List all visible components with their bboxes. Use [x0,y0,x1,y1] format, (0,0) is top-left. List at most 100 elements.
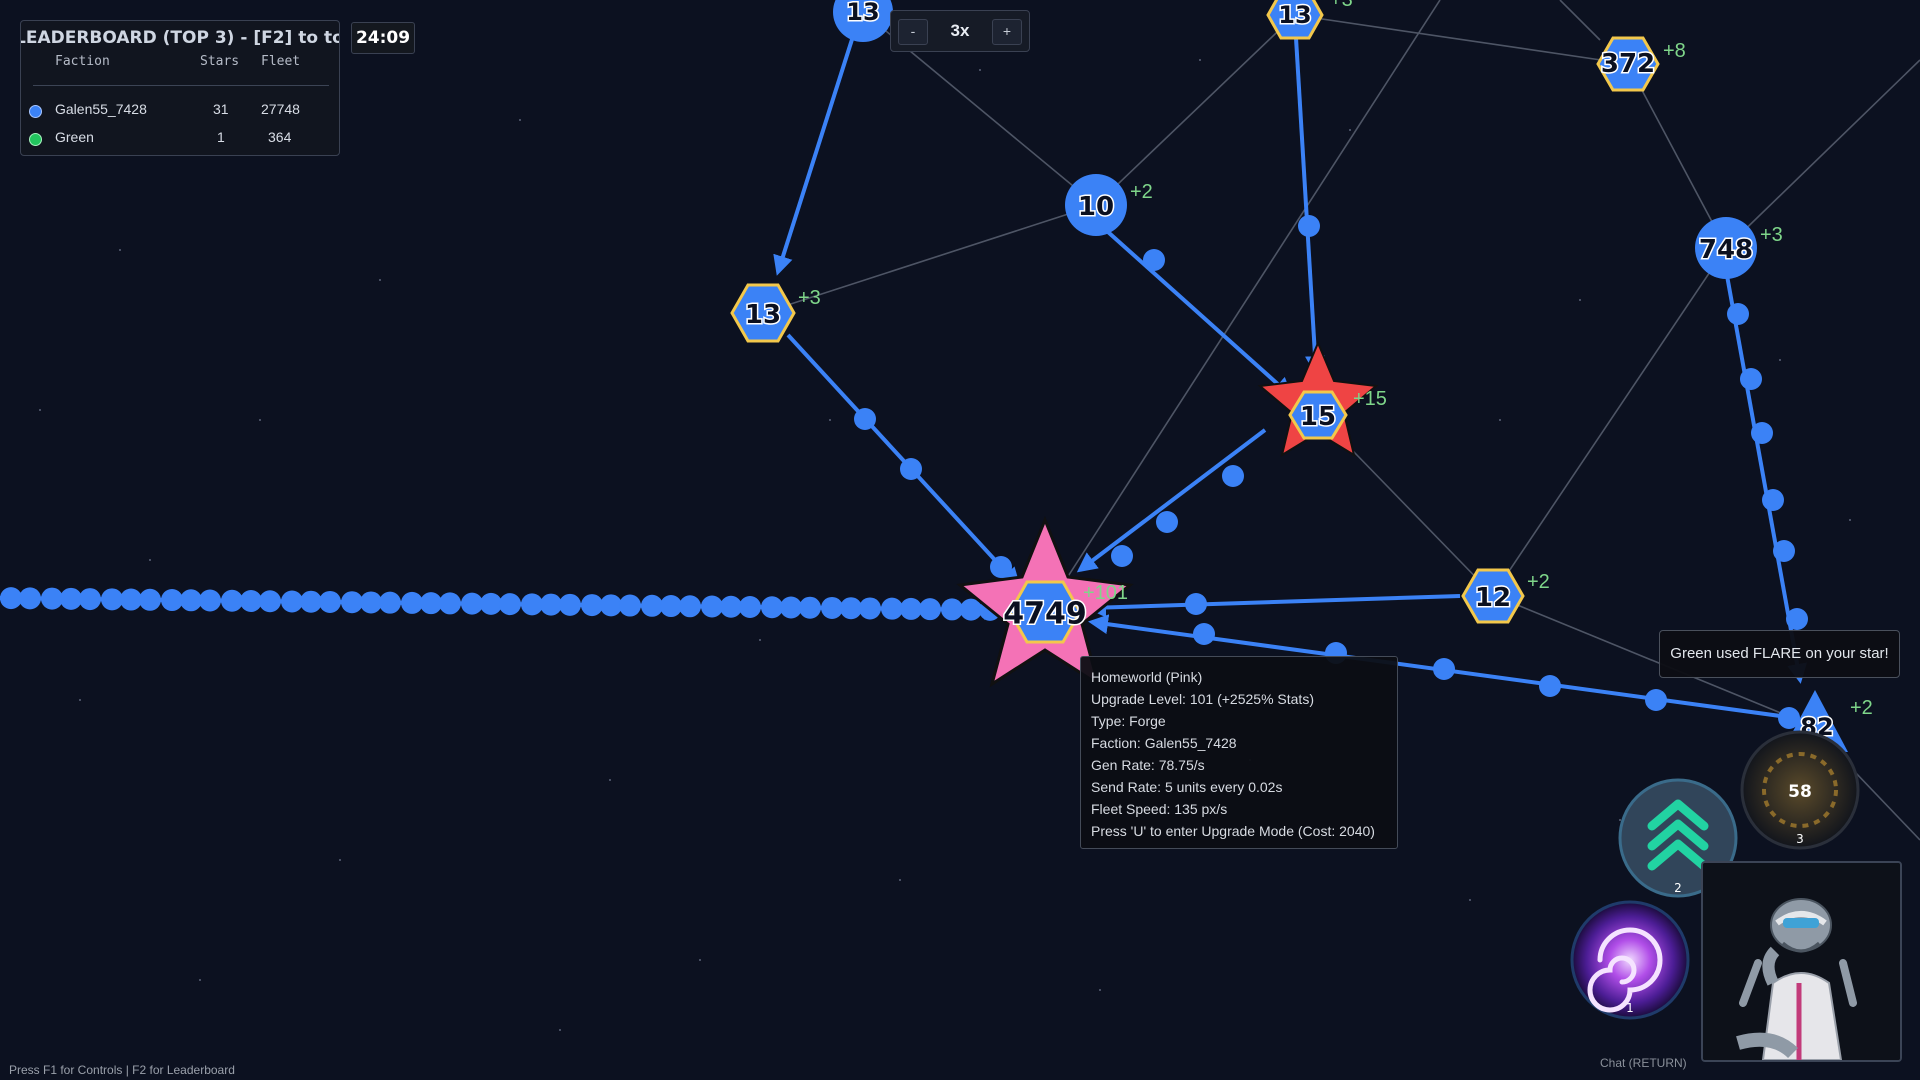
fleet-unit [101,588,123,611]
star-node[interactable]: 13 [833,0,893,42]
fleet-unit [161,589,183,612]
faction-color-dot [29,105,42,118]
fleet-unit [641,594,663,617]
reptile-commander-icon [1703,863,1900,1060]
fleet-unit [761,596,783,619]
faction-stars: 31 [213,101,229,117]
svg-text:1: 1 [1626,1001,1634,1015]
event-notification: Green used FLARE on your star! [1659,630,1900,678]
fleet-unit [60,587,82,610]
fleet-unit [619,594,641,617]
tooltip-fleet-speed: Fleet Speed: 135 px/s [1091,801,1228,817]
fleet-unit [180,589,202,612]
fleet-unit [139,588,161,611]
fleet-unit [859,597,881,620]
tooltip-gen-rate: Gen Rate: 78.75/s [1091,757,1205,773]
col-fleet: Fleet [261,54,301,69]
fleet-unit [221,589,243,612]
fleet-unit [120,588,142,611]
svg-text:+3: +3 [1760,224,1783,246]
tooltip-faction: Faction: Galen55_7428 [1091,735,1237,751]
svg-text:+8: +8 [1663,40,1686,62]
faction-fleet: 27748 [261,101,300,117]
leaderboard-title: LEADERBOARD (TOP 3) - [F2] to toggle [20,28,339,48]
fleet-unit [480,592,502,615]
fleet-unit [701,595,723,618]
fleet-unit [919,598,941,621]
fleet-unit [281,590,303,613]
col-faction: Faction [55,54,110,69]
star-node[interactable]: 372 +8 [1596,36,1686,92]
fleet-unit [401,591,423,614]
faction-stars: 1 [217,129,225,145]
fleet-unit [900,597,922,620]
faction-color-dot [29,133,42,146]
fleet-unit [660,595,682,618]
fleet-unit [540,593,562,616]
svg-text:4749: 4749 [1003,597,1087,632]
fleet-unit [600,594,622,617]
fleet-unit [341,591,363,614]
svg-text:13: 13 [745,300,781,330]
fleet-unit [19,587,41,610]
svg-text:+101: +101 [1083,582,1128,604]
fleet-unit [941,598,963,621]
fleet-unit [319,590,341,613]
fleet-units [0,215,1808,729]
svg-text:+2: +2 [1850,697,1873,719]
svg-text:+2: +2 [1130,181,1153,203]
svg-text:2: 2 [1674,881,1682,895]
leaderboard-row: Green 1 364 [21,129,339,149]
svg-text:+15: +15 [1353,388,1387,410]
leaderboard-divider [33,85,329,86]
fleet-unit [439,592,461,615]
star-node[interactable]: 13 +3 [1266,0,1353,40]
faction-fleet: 364 [268,129,292,145]
tooltip-star-name: Homeworld (Pink) [1091,669,1203,685]
fleet-unit [461,592,483,615]
fleet-unit [360,591,382,614]
leaderboard-panel: LEADERBOARD (TOP 3) - [F2] to toggle Fac… [20,20,340,156]
fleet-unit [259,590,281,613]
zoom-in-button[interactable]: + [992,19,1022,45]
star-node[interactable]: 13 +3 [730,283,821,343]
fleet-unit [240,590,262,612]
fleet-unit [679,595,701,618]
tooltip-send-rate: Send Rate: 5 units every 0.02s [1091,779,1283,795]
tooltip-upgrade-level: Upgrade Level: 101 (+2525% Stats) [1091,691,1314,707]
svg-text:+2: +2 [1527,571,1550,593]
game-timer: 24:09 [351,22,415,54]
controls-hint: Press F1 for Controls | F2 for Leaderboa… [9,1063,235,1077]
fleet-unit [499,593,521,616]
svg-text:15: 15 [1300,402,1336,432]
svg-text:10: 10 [1078,192,1114,222]
galaxy-map[interactable]: 13 13 +3 372 +8 10 +2 748 +3 13 +3 15 +1… [0,0,1920,1080]
enemy-star-node[interactable]: 15 +15 [1257,340,1387,458]
fleet-unit [581,594,603,617]
svg-text:+3: +3 [1330,0,1353,11]
fleet-unit [780,596,802,619]
tooltip-type: Type: Forge [1091,713,1166,729]
faction-name: Green [55,129,94,145]
fleet-unit [521,593,543,616]
fleet-unit [420,592,442,615]
fleet-unit [41,587,63,610]
leaderboard-row: Galen55_7428 31 27748 [21,101,339,121]
ability-vortex[interactable]: 1 [1570,900,1690,1020]
fleet-unit [840,597,862,620]
fleet-unit [300,590,322,613]
commander-portrait [1701,861,1902,1062]
fleet-unit [799,596,821,619]
fleet-unit [739,596,761,618]
star-tooltip: Homeworld (Pink) Upgrade Level: 101 (+25… [1080,656,1398,849]
col-stars: Stars [200,54,240,69]
star-node[interactable]: 10 +2 [1065,174,1153,236]
ability-flare[interactable]: 58 3 [1740,730,1860,850]
fleet-unit [720,595,742,618]
fleet-unit [559,593,581,616]
star-node[interactable]: 748 +3 [1695,217,1783,279]
svg-text:372: 372 [1601,49,1655,79]
star-node[interactable]: 12 +2 [1461,568,1550,624]
zoom-control: - 3x + [890,10,1030,52]
fleet-unit [881,597,903,620]
